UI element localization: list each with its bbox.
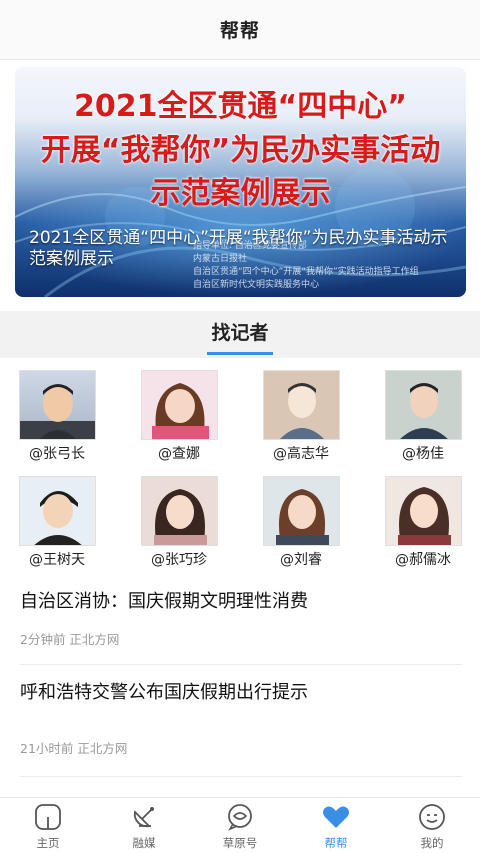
bottom-tab-bar: 主页 融媒 草原号 帮帮 我的	[0, 797, 480, 853]
tab-find-reporter-label: 找记者	[211, 322, 269, 344]
reporter-avatar	[141, 476, 218, 546]
news-meta: 2分钟前 正北方网	[20, 632, 120, 647]
reporter-avatar	[19, 476, 96, 546]
tab-grassland-label: 草原号	[222, 836, 258, 850]
tab-help[interactable]: 帮帮	[288, 798, 384, 853]
section-header: 找记者	[0, 311, 480, 358]
active-tab-indicator	[207, 352, 273, 355]
news-meta: 21小时前 正北方网	[20, 741, 128, 756]
home-icon	[35, 804, 61, 830]
tab-find-reporter[interactable]: 找记者	[207, 311, 273, 358]
reporter-card[interactable]: @张弓长	[9, 367, 105, 467]
tab-profile[interactable]: 我的	[384, 798, 480, 853]
reporter-card[interactable]: @郝儒冰	[375, 473, 471, 573]
banner-headline-1: 2021全区贯通“四中心”	[74, 89, 407, 124]
reporter-card[interactable]: @刘睿	[253, 473, 349, 573]
page-title: 帮帮	[219, 20, 260, 42]
tab-home-label: 主页	[36, 836, 60, 850]
tab-profile-label: 我的	[420, 836, 444, 850]
reporter-name: @张巧珍	[151, 552, 207, 568]
news-title[interactable]: 自治区消协：国庆假期文明理性消费	[20, 590, 462, 614]
reporter-card[interactable]: @高志华	[253, 367, 349, 467]
reporter-name: @查娜	[158, 446, 200, 462]
news-item[interactable]: 自治区消协：国庆假期文明理性消费 2分钟前 正北方网	[20, 590, 462, 648]
reporter-avatar	[141, 370, 218, 440]
reporter-name: @刘睿	[280, 552, 322, 568]
banner-carousel[interactable]: 2021全区贯通“四中心” 开展“我帮你”为民办实事活动 示范案例展示 指导单位…	[15, 67, 466, 297]
tab-grassland[interactable]: 草原号	[192, 798, 288, 853]
divider	[20, 664, 462, 665]
top-bar: 帮帮	[0, 0, 480, 60]
reporter-avatar	[19, 370, 96, 440]
reporter-avatar	[385, 476, 462, 546]
banner-small-text-4: 自治区新时代文明实践服务中心	[193, 280, 320, 290]
heart-hands-icon	[323, 806, 349, 828]
banner-headline-3: 示范案例展示	[150, 176, 331, 211]
tab-help-label: 帮帮	[324, 836, 348, 850]
reporter-name: @高志华	[273, 446, 329, 462]
reporter-name: @张弓长	[29, 446, 85, 462]
reporter-card[interactable]: @王树天	[9, 473, 105, 573]
tab-media[interactable]: 融媒	[96, 798, 192, 853]
tab-home[interactable]: 主页	[0, 798, 96, 853]
chat-bubble-icon	[228, 804, 252, 831]
reporter-avatar	[263, 370, 340, 440]
news-title[interactable]: 呼和浩特交警公布国庆假期出行提示	[20, 681, 462, 705]
satellite-dish-icon	[133, 807, 154, 828]
reporter-name: @郝儒冰	[395, 552, 451, 568]
reporter-avatar	[263, 476, 340, 546]
news-item[interactable]: 呼和浩特交警公布国庆假期出行提示 21小时前 正北方网	[20, 681, 462, 757]
banner-caption: 2021全区贯通“四中心”开展“我帮你”为民办实事活动示范案例展示	[29, 228, 448, 269]
reporter-card[interactable]: @张巧珍	[131, 473, 227, 573]
reporter-name: @杨佳	[402, 446, 444, 462]
divider	[20, 776, 462, 777]
reporter-card[interactable]: @查娜	[131, 367, 227, 467]
banner-headline-2: 开展“我帮你”为民办实事活动	[40, 133, 441, 168]
reporter-name: @王树天	[29, 552, 85, 568]
face-icon	[419, 804, 445, 830]
tab-media-label: 融媒	[132, 836, 156, 850]
reporter-avatar	[385, 370, 462, 440]
reporter-card[interactable]: @杨佳	[375, 367, 471, 467]
